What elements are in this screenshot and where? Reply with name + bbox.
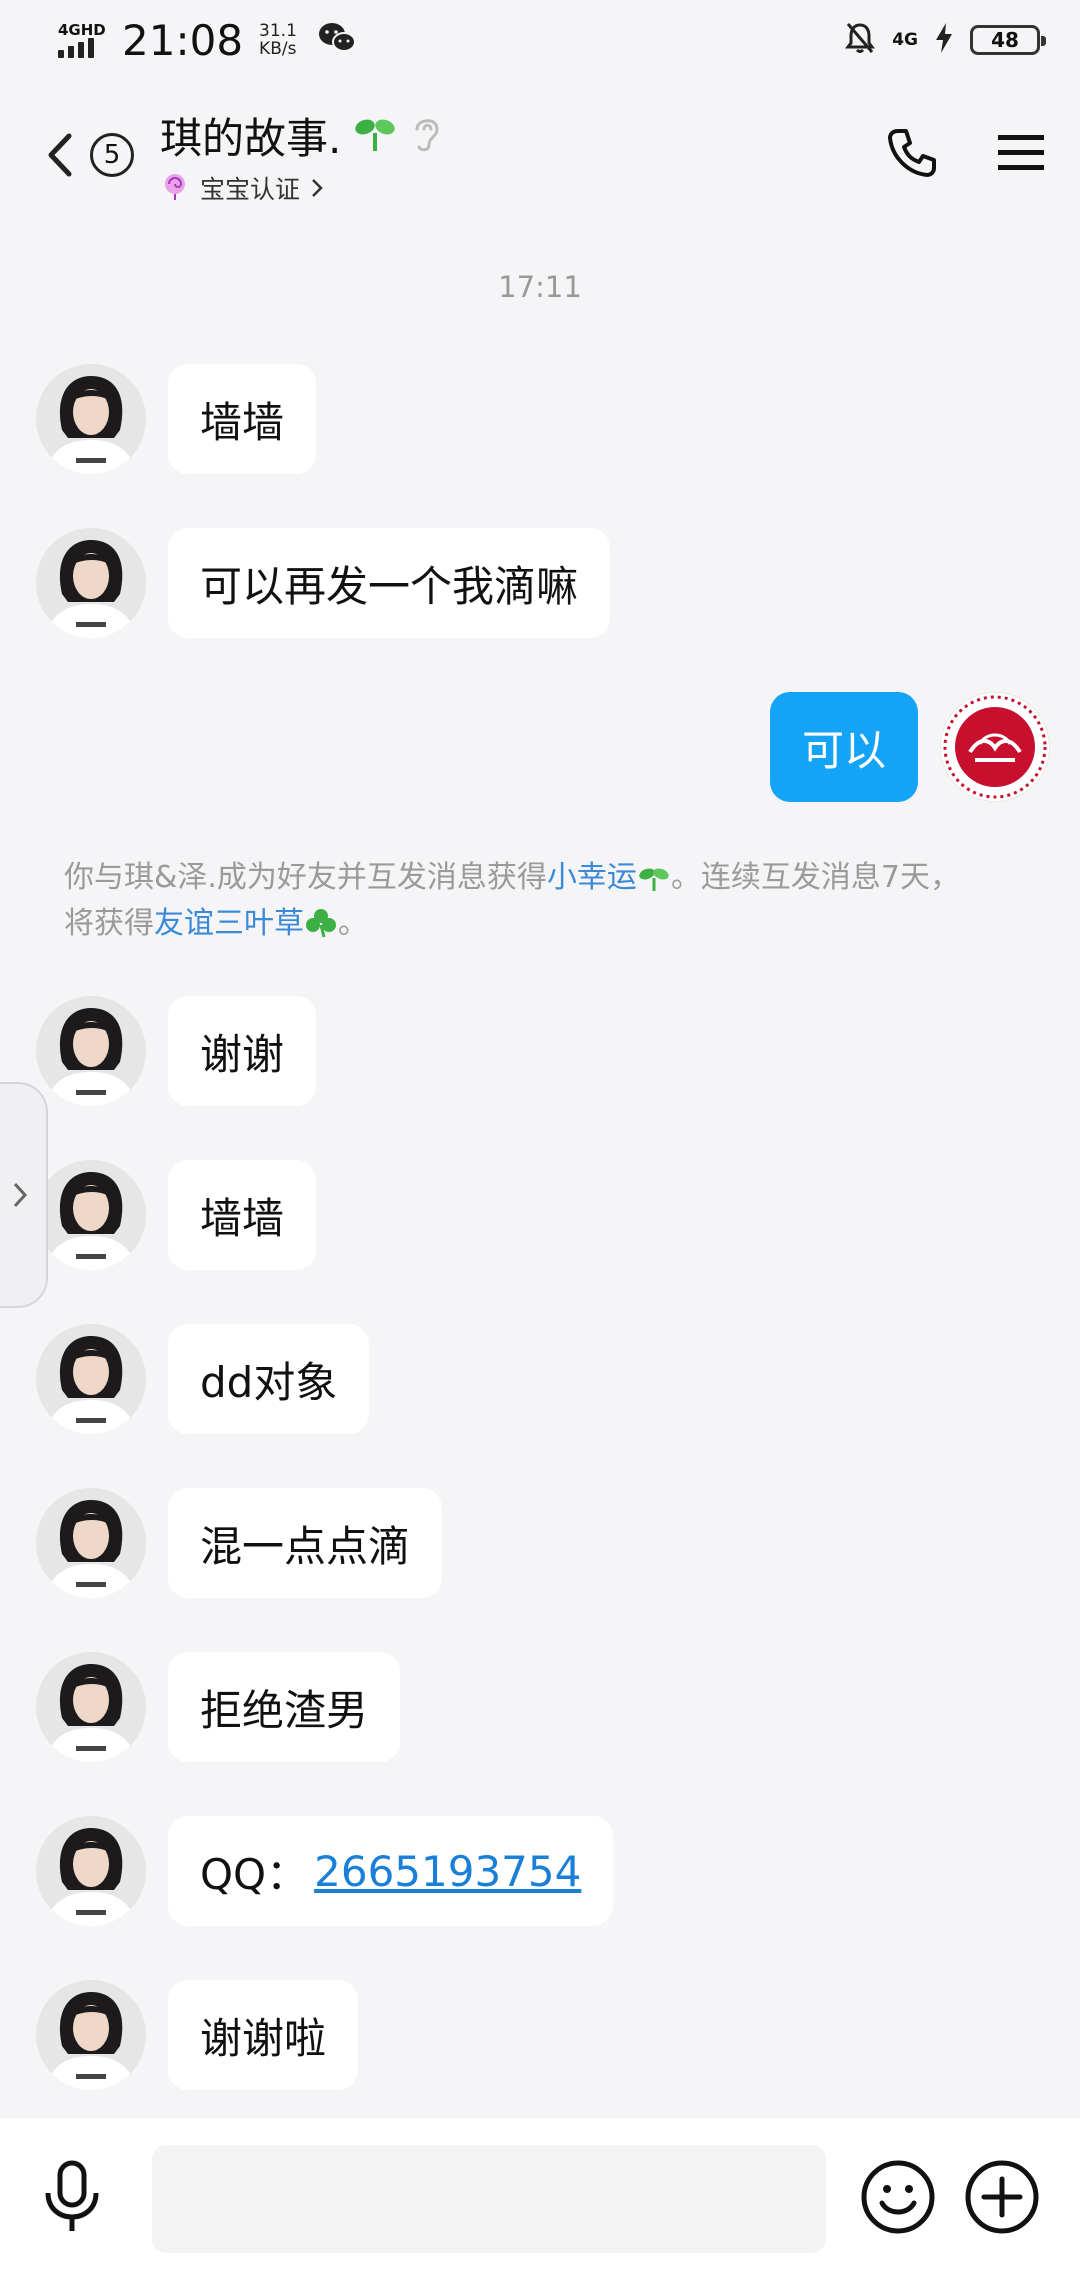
message-row: 谢谢啦	[36, 1980, 359, 2090]
contact-avatar[interactable]	[36, 1652, 146, 1762]
self-message-bubble[interactable]: 可以	[769, 692, 918, 802]
message-bubble[interactable]: 混一点点滴	[168, 1488, 443, 1598]
message-bubble[interactable]: 谢谢啦	[168, 1980, 359, 2090]
contact-avatar[interactable]	[36, 528, 146, 638]
speed-unit: KB/s	[259, 39, 297, 59]
notice-text: 你与琪&泽.成为好友并互发消息获得	[64, 860, 547, 895]
message-row: 谢谢	[36, 996, 317, 1106]
message-bubble[interactable]: 谢谢	[168, 996, 317, 1106]
battery-indicator: 48	[970, 25, 1046, 55]
contact-avatar[interactable]	[36, 364, 146, 474]
chat-header: 5 琪的故事. 宝宝认证	[0, 80, 1080, 230]
sprout-icon	[353, 111, 397, 159]
signal-bars-icon	[58, 38, 94, 58]
message-input[interactable]	[152, 2145, 826, 2253]
charging-icon	[934, 22, 954, 58]
qq-label: QQ：	[200, 1849, 309, 1899]
message-row: 混一点点滴	[36, 1488, 443, 1598]
menu-button[interactable]	[998, 133, 1044, 177]
contact-avatar[interactable]	[36, 1324, 146, 1434]
notice-text: 。	[338, 906, 368, 941]
message-row: 可以再发一个我滴嘛	[36, 528, 611, 638]
wechat-icon	[317, 21, 357, 59]
network-type: 4GHD	[58, 21, 106, 39]
sprout-icon	[639, 868, 669, 891]
clover-link[interactable]: 友谊三叶草	[154, 906, 304, 941]
hamburger-menu-icon	[998, 135, 1044, 170]
friendship-notice: 你与琪&泽.成为好友并互发消息获得小幸运 。连续互发消息7天，将获得友谊三叶草。	[64, 855, 984, 947]
chevron-right-icon	[13, 1182, 28, 1208]
chevron-right-icon	[312, 178, 323, 197]
contact-avatar[interactable]	[36, 1160, 146, 1270]
title-block[interactable]: 琪的故事. 宝宝认证	[160, 105, 445, 206]
emoji-button[interactable]	[860, 2159, 936, 2239]
network-speed: 31.1 KB/s	[259, 22, 297, 58]
verification-label: 宝宝认证	[200, 174, 301, 204]
microphone-icon	[45, 2160, 99, 2231]
network-type-right: 4G	[892, 30, 918, 50]
status-bar: 4GHD 21:08 31.1 KB/s 4G 48	[0, 0, 1080, 80]
contact-avatar[interactable]	[36, 1488, 146, 1598]
phone-icon	[888, 129, 936, 177]
smiley-icon	[861, 2160, 935, 2234]
unread-count-badge[interactable]: 5	[90, 133, 134, 177]
message-bubble[interactable]: QQ： 2665193754	[168, 1816, 614, 1926]
mute-bell-icon	[844, 21, 876, 59]
message-bubble[interactable]: 墙墙	[168, 364, 317, 474]
message-row-self: 可以	[769, 692, 1050, 802]
message-bubble[interactable]: 可以再发一个我滴嘛	[168, 528, 611, 638]
contact-avatar[interactable]	[36, 1816, 146, 1926]
message-bubble[interactable]: dd对象	[168, 1324, 370, 1434]
side-drawer-handle[interactable]	[0, 1082, 48, 1308]
ear-icon[interactable]	[409, 111, 445, 159]
input-bar	[0, 2118, 1080, 2280]
self-avatar[interactable]	[940, 692, 1050, 802]
chevron-left-icon	[48, 133, 72, 177]
clock: 21:08	[122, 15, 244, 65]
speed-value: 31.1	[259, 21, 297, 41]
message-row: dd对象	[36, 1324, 370, 1434]
message-bubble[interactable]: 墙墙	[168, 1160, 317, 1270]
message-bubble[interactable]: 拒绝渣男	[168, 1652, 401, 1762]
chat-title: 琪的故事.	[160, 113, 342, 163]
voice-button[interactable]	[40, 2159, 104, 2239]
message-row: 拒绝渣男	[36, 1652, 401, 1762]
signal-indicator: 4GHD	[58, 22, 108, 58]
clover-icon	[306, 909, 336, 938]
verification-row[interactable]: 宝宝认证	[160, 170, 445, 206]
phone-call-button[interactable]	[886, 127, 938, 183]
lucky-link[interactable]: 小幸运	[547, 860, 637, 895]
lollipop-icon	[160, 171, 190, 205]
qq-number-link[interactable]: 2665193754	[314, 1847, 581, 1896]
contact-avatar[interactable]	[36, 1980, 146, 2090]
contact-avatar[interactable]	[36, 996, 146, 1106]
message-row: QQ： 2665193754	[36, 1816, 614, 1926]
message-timestamp: 17:11	[498, 270, 582, 304]
message-row: 墙墙	[36, 1160, 317, 1270]
back-button[interactable]	[36, 115, 84, 195]
plus-circle-icon	[965, 2160, 1039, 2234]
message-row: 墙墙	[36, 364, 317, 474]
battery-level: 48	[991, 28, 1019, 52]
more-actions-button[interactable]	[964, 2159, 1040, 2239]
